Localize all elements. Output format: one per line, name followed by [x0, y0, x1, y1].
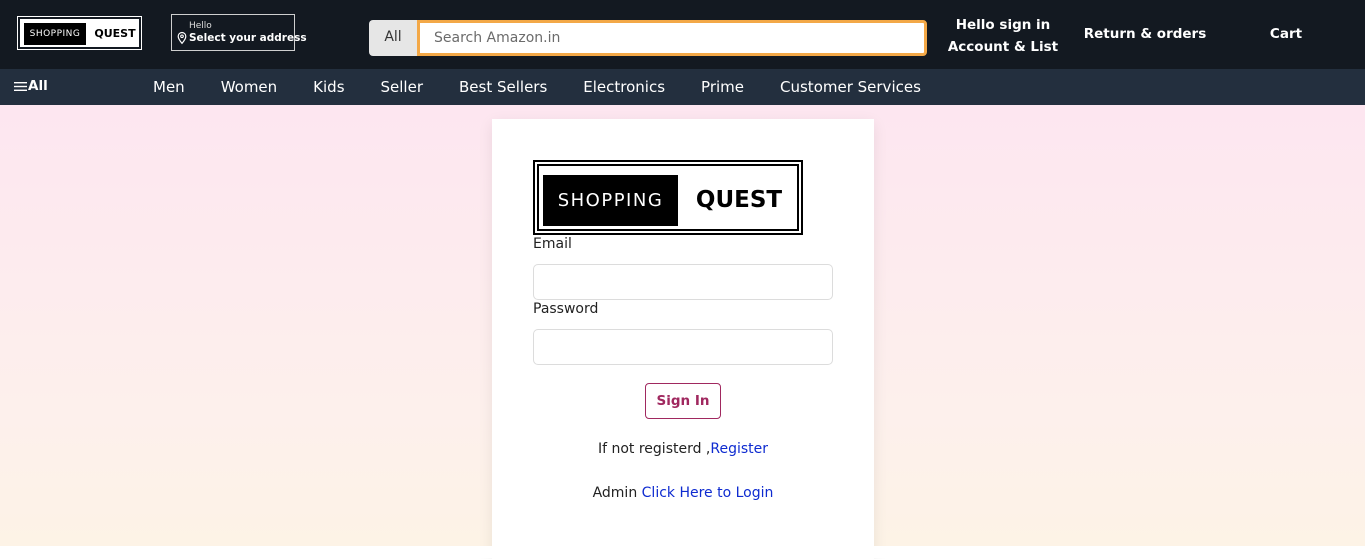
logo-quest-text: QUEST [94, 27, 136, 40]
register-prefix: If not registerd , [597, 441, 711, 457]
email-label: Email [533, 236, 572, 252]
address-hello: Hello [189, 21, 212, 31]
login-logo: SHOPPING QUEST [533, 160, 803, 235]
address-selector[interactable]: Hello Select your address [171, 14, 307, 51]
main-content: SHOPPING QUEST Email Password Sign In If… [0, 105, 1365, 559]
all-menu-button[interactable]: All [14, 78, 48, 94]
admin-prefix: Admin [592, 485, 642, 501]
login-logo-frame: SHOPPING QUEST [537, 164, 799, 231]
logo-shopping-text: SHOPPING [24, 23, 86, 45]
nav-item-men[interactable]: Men [135, 78, 203, 96]
nav-item-kids[interactable]: Kids [295, 78, 362, 96]
admin-login-link[interactable]: Click Here to Login [642, 485, 774, 501]
sign-in-button[interactable]: Sign In [645, 383, 721, 419]
hamburger-icon [14, 81, 27, 91]
nav-item-seller[interactable]: Seller [363, 78, 441, 96]
nav-bar: All Men Women Kids Seller Best Sellers E… [0, 69, 1365, 105]
search-input[interactable] [417, 20, 927, 56]
cart-link[interactable]: Cart [1256, 26, 1316, 42]
nav-item-women[interactable]: Women [203, 78, 295, 96]
search-category-dropdown[interactable]: All [369, 20, 417, 56]
nav-item-electronics[interactable]: Electronics [565, 78, 683, 96]
returns-orders-link[interactable]: Return & orders [1078, 26, 1212, 42]
page-bottom-strip [0, 546, 1365, 558]
nav-links: Men Women Kids Seller Best Sellers Elect… [135, 69, 939, 105]
search-bar: All [369, 20, 927, 56]
login-logo-quest: QUEST [695, 187, 783, 213]
register-line: If not registerd ,Register [492, 441, 874, 457]
email-field[interactable] [533, 264, 833, 300]
admin-login-line: Admin Click Here to Login [492, 485, 874, 501]
login-logo-shopping: SHOPPING [543, 175, 678, 226]
password-field[interactable] [533, 329, 833, 365]
register-link[interactable]: Register [710, 441, 768, 457]
account-list-label: Account & List [947, 39, 1059, 55]
login-card: SHOPPING QUEST Email Password Sign In If… [492, 119, 874, 559]
top-header: SHOPPING QUEST Hello Select your address… [0, 0, 1365, 69]
password-label: Password [533, 301, 599, 317]
address-select-text: Select your address [189, 32, 307, 44]
site-logo[interactable]: SHOPPING QUEST [17, 16, 142, 50]
nav-item-customer-services[interactable]: Customer Services [762, 78, 939, 96]
nav-item-best-sellers[interactable]: Best Sellers [441, 78, 565, 96]
all-menu-label: All [28, 78, 48, 94]
account-menu[interactable]: Hello sign in Account & List [938, 14, 1068, 58]
location-pin-icon [177, 31, 187, 45]
account-greeting: Hello sign in [955, 17, 1051, 33]
nav-item-prime[interactable]: Prime [683, 78, 762, 96]
